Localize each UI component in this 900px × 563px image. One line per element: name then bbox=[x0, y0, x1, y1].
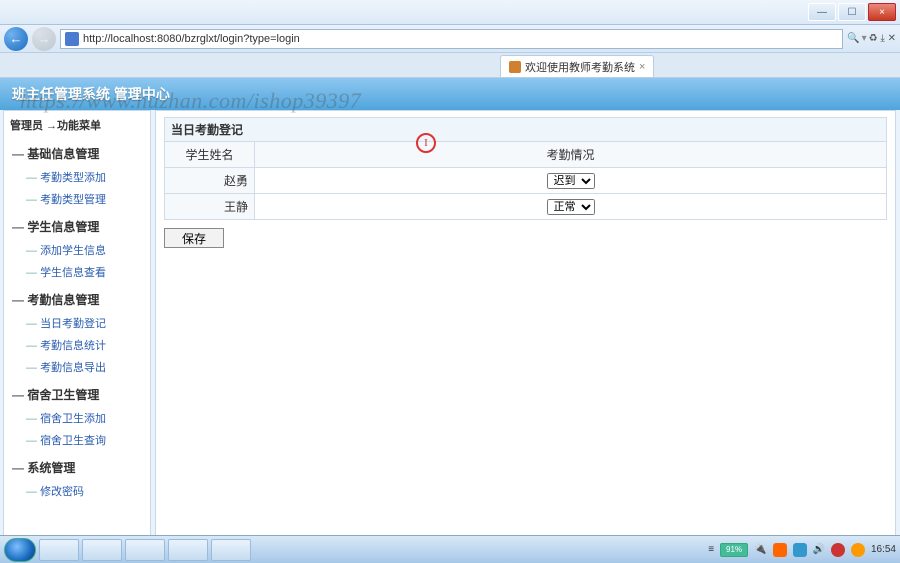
nav-forward-button[interactable]: → bbox=[32, 27, 56, 51]
student-name-cell: 王静 bbox=[165, 194, 255, 220]
save-button[interactable]: 保存 bbox=[164, 228, 224, 248]
tray-app-icon[interactable] bbox=[851, 543, 865, 557]
menu-item[interactable]: 考勤类型添加 bbox=[4, 166, 150, 188]
tray-up-icon[interactable]: ≡ bbox=[708, 544, 714, 555]
url-text: http://localhost:8080/bzrglxt/login?type… bbox=[83, 33, 300, 45]
volume-icon[interactable]: 🔊 bbox=[813, 544, 825, 555]
reload-stop-icons[interactable]: ♻ ⤓ ✕ bbox=[869, 33, 896, 44]
status-select[interactable]: 正常迟到早退旷课请假 bbox=[547, 173, 595, 189]
menu-item[interactable]: 修改密码 bbox=[4, 480, 150, 502]
taskbar: ≡ 91% 🔌 🔊 16:54 bbox=[0, 535, 900, 563]
attendance-table: 学生姓名 考勤情况 赵勇正常迟到早退旷课请假王静正常迟到早退旷课请假 bbox=[164, 141, 887, 220]
menu-group-title: 考勤信息管理 bbox=[4, 287, 150, 312]
menu-item[interactable]: 宿舍卫生查询 bbox=[4, 429, 150, 451]
system-tray: ≡ 91% 🔌 🔊 16:54 bbox=[708, 543, 896, 557]
content-panel: 当日考勤登记 学生姓名 考勤情况 赵勇正常迟到早退旷课请假王静正常迟到早退旷课请… bbox=[155, 110, 896, 560]
menu-group-title: 学生信息管理 bbox=[4, 214, 150, 239]
menu-item[interactable]: 当日考勤登记 bbox=[4, 312, 150, 334]
table-row: 赵勇 正常迟到早退旷课请假 bbox=[165, 168, 887, 194]
tab-title: 欢迎使用教师考勤系统 bbox=[525, 59, 635, 75]
col-status: 考勤情况 bbox=[255, 142, 887, 168]
search-icon[interactable]: 🔍 bbox=[847, 33, 859, 44]
menu-group-title: 基础信息管理 bbox=[4, 141, 150, 166]
window-close-button[interactable]: × bbox=[868, 3, 896, 21]
tray-app-icon[interactable] bbox=[773, 543, 787, 557]
taskbar-item[interactable] bbox=[168, 539, 208, 561]
taskbar-item[interactable] bbox=[39, 539, 79, 561]
status-select[interactable]: 正常迟到早退旷课请假 bbox=[547, 199, 595, 215]
menu-item[interactable]: 考勤类型管理 bbox=[4, 188, 150, 210]
sidebar: 管理员 →功能菜单 基础信息管理考勤类型添加考勤类型管理学生信息管理添加学生信息… bbox=[3, 110, 151, 560]
start-button[interactable] bbox=[4, 538, 36, 562]
menu-item[interactable]: 添加学生信息 bbox=[4, 239, 150, 261]
sidebar-heading: 管理员 →功能菜单 bbox=[4, 115, 150, 139]
col-student-name: 学生姓名 bbox=[165, 142, 255, 168]
window-maximize-button[interactable]: ☐ bbox=[838, 3, 866, 21]
menu-group-title: 宿舍卫生管理 bbox=[4, 382, 150, 407]
status-cell: 正常迟到早退旷课请假 bbox=[255, 194, 887, 220]
taskbar-item[interactable] bbox=[82, 539, 122, 561]
browser-toolbar: ← → http://localhost:8080/bzrglxt/login?… bbox=[0, 25, 900, 53]
panel-title: 当日考勤登记 bbox=[164, 117, 887, 141]
address-bar[interactable]: http://localhost:8080/bzrglxt/login?type… bbox=[60, 29, 843, 49]
tray-app-icon[interactable] bbox=[831, 543, 845, 557]
battery-icon[interactable]: 91% bbox=[720, 543, 748, 557]
power-icon[interactable]: 🔌 bbox=[754, 544, 766, 555]
tab-favicon bbox=[509, 61, 521, 73]
tab-bar: 欢迎使用教师考勤系统 × bbox=[0, 53, 900, 78]
table-row: 王静 正常迟到早退旷课请假 bbox=[165, 194, 887, 220]
nav-back-button[interactable]: ← bbox=[4, 27, 28, 51]
tab-close-icon[interactable]: × bbox=[639, 61, 645, 73]
window-titlebar: — ☐ × bbox=[0, 0, 900, 25]
app-title: 班主任管理系统 管理中心 bbox=[12, 84, 170, 104]
menu-item[interactable]: 考勤信息导出 bbox=[4, 356, 150, 378]
menu-group-title: 系统管理 bbox=[4, 455, 150, 480]
status-cell: 正常迟到早退旷课请假 bbox=[255, 168, 887, 194]
tab-active[interactable]: 欢迎使用教师考勤系统 × bbox=[500, 55, 654, 77]
app-header: 班主任管理系统 管理中心 bbox=[0, 78, 900, 110]
taskbar-item[interactable] bbox=[211, 539, 251, 561]
menu-item[interactable]: 宿舍卫生添加 bbox=[4, 407, 150, 429]
tray-app-icon[interactable] bbox=[793, 543, 807, 557]
menu-item[interactable]: 学生信息查看 bbox=[4, 261, 150, 283]
site-favicon bbox=[65, 32, 79, 46]
menu-item[interactable]: 考勤信息统计 bbox=[4, 334, 150, 356]
clock[interactable]: 16:54 bbox=[871, 544, 896, 555]
student-name-cell: 赵勇 bbox=[165, 168, 255, 194]
taskbar-item[interactable] bbox=[125, 539, 165, 561]
window-minimize-button[interactable]: — bbox=[808, 3, 836, 21]
search-controls: 🔍 ▾ ♻ ⤓ ✕ bbox=[847, 33, 896, 44]
